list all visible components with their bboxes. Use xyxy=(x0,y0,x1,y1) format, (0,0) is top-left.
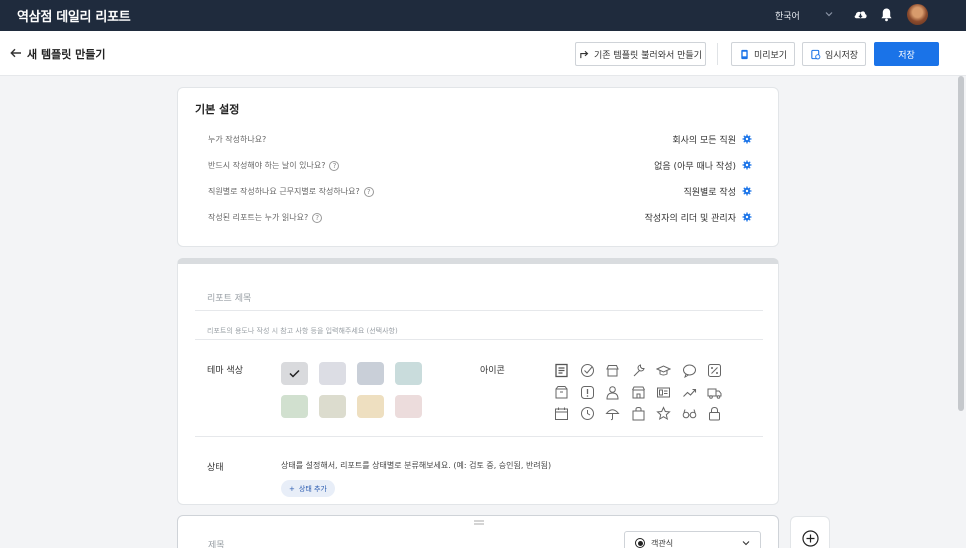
gear-icon[interactable] xyxy=(742,212,752,222)
setting-answer: 작성자의 리더 및 관리자 xyxy=(644,214,736,224)
wrench-icon[interactable] xyxy=(631,363,646,378)
glasses-icon[interactable] xyxy=(682,406,697,421)
report-description-input[interactable]: 리포트의 용도나 작성 시 참고 사항 등을 입력해주세요 (선택사항) xyxy=(207,326,398,336)
load-template-label: 기존 템플릿 불러와서 만들기 xyxy=(594,50,702,61)
calendar-icon[interactable] xyxy=(554,406,569,421)
setting-answer: 회사의 모든 직원 xyxy=(672,136,736,146)
chevron-down-icon xyxy=(742,541,750,546)
add-status-button[interactable]: + 상태 추가 xyxy=(281,480,335,497)
cloud-download-icon[interactable] xyxy=(853,7,868,22)
question-type-label: 객관식 xyxy=(651,538,674,548)
graduation-cap-icon[interactable] xyxy=(656,363,671,378)
basic-settings-card: 기본 설정 누가 작성하나요? 회사의 모든 직원 반드시 작성해야 하는 날이… xyxy=(177,87,779,247)
percent-icon[interactable] xyxy=(707,363,722,378)
language-selector[interactable]: 한국어 xyxy=(775,9,800,22)
preview-label: 미리보기 xyxy=(753,50,788,61)
theme-color-swatch[interactable] xyxy=(357,395,384,418)
preview-button[interactable]: 미리보기 xyxy=(731,42,795,66)
chat-bubble-icon[interactable] xyxy=(682,363,697,378)
setting-row-readers[interactable]: 작성된 리포트는 누가 읽나요?? 작성자의 리더 및 관리자 xyxy=(208,212,758,226)
app-bar: 역삼점 데일리 리포트 한국어 xyxy=(0,0,966,31)
draft-save-button[interactable]: 임시저장 xyxy=(802,42,866,66)
plus-icon: + xyxy=(289,484,295,493)
share-arrow-icon xyxy=(580,50,589,58)
add-status-label: 상태 추가 xyxy=(298,484,327,493)
shop-icon[interactable] xyxy=(631,385,646,400)
icon-label: 아이콘 xyxy=(480,366,505,376)
setting-row-required-days[interactable]: 반드시 작성해야 하는 날이 있나요?? 없음 (아무 때나 작성) xyxy=(208,160,758,174)
gear-icon[interactable] xyxy=(742,134,752,144)
question-title-input[interactable]: 제목 xyxy=(208,538,225,548)
page-title: 새 템플릿 만들기 xyxy=(27,48,106,61)
store-icon[interactable] xyxy=(605,363,620,378)
phone-icon xyxy=(741,49,748,59)
setting-row-write-unit[interactable]: 직원별로 작성하나요 근무지별로 작성하나요?? 직원별로 작성 xyxy=(208,186,758,200)
status-label: 상태 xyxy=(207,463,224,473)
draft-icon xyxy=(811,49,821,59)
theme-color-swatch[interactable] xyxy=(357,362,384,385)
page-header: 새 템플릿 만들기 기존 템플릿 불러와서 만들기 미리보기 임시저장 저장 xyxy=(0,31,966,76)
load-template-button[interactable]: 기존 템플릿 불러와서 만들기 xyxy=(575,42,706,66)
divider xyxy=(195,339,763,340)
bag-icon[interactable] xyxy=(631,406,646,421)
theme-color-swatch[interactable] xyxy=(395,362,422,385)
radio-icon xyxy=(635,538,645,548)
setting-row-writer[interactable]: 누가 작성하나요? 회사의 모든 직원 xyxy=(208,134,758,148)
question-type-select[interactable]: 객관식 xyxy=(624,531,761,548)
divider xyxy=(195,436,763,437)
gear-icon[interactable] xyxy=(742,186,752,196)
clock-icon[interactable] xyxy=(580,406,595,421)
setting-question: 누가 작성하나요? xyxy=(208,135,267,144)
help-icon[interactable]: ? xyxy=(329,160,340,171)
theme-color-swatch[interactable] xyxy=(395,395,422,418)
person-icon[interactable] xyxy=(605,385,620,400)
status-help-text: 상태를 설정해서, 리포트를 상태별로 분류해보세요. (예: 검토 중, 승인… xyxy=(281,461,552,470)
header-divider xyxy=(717,43,718,65)
lock-icon[interactable] xyxy=(707,406,722,421)
basic-settings-title: 기본 설정 xyxy=(195,103,240,116)
report-title-input[interactable]: 리포트 제목 xyxy=(207,291,251,304)
theme-color-swatch[interactable] xyxy=(281,362,308,385)
add-question-icon[interactable] xyxy=(802,530,819,547)
id-card-icon[interactable] xyxy=(656,385,671,400)
user-avatar[interactable] xyxy=(907,4,928,25)
divider xyxy=(195,310,763,311)
trending-up-icon[interactable] xyxy=(682,385,697,400)
theme-color-swatch[interactable] xyxy=(319,362,346,385)
save-label: 저장 xyxy=(898,50,915,61)
setting-question: 반드시 작성해야 하는 날이 있나요? xyxy=(208,161,326,170)
setting-question: 직원별로 작성하나요 근무지별로 작성하나요? xyxy=(208,187,360,196)
truck-icon[interactable] xyxy=(707,385,722,400)
check-icon xyxy=(289,369,300,378)
report-settings-card: 리포트 제목 리포트의 용도나 작성 시 참고 사항 등을 입력해주세요 (선택… xyxy=(177,258,779,505)
draft-label: 임시저장 xyxy=(824,50,859,61)
back-arrow-icon[interactable] xyxy=(9,46,23,60)
help-icon[interactable]: ? xyxy=(363,186,374,197)
umbrella-icon[interactable] xyxy=(605,406,620,421)
question-card: 제목 객관식 xyxy=(177,515,779,548)
page-scrollbar[interactable] xyxy=(958,76,964,411)
app-title: 역삼점 데일리 리포트 xyxy=(17,10,131,25)
alert-icon[interactable] xyxy=(580,385,595,400)
star-icon[interactable] xyxy=(656,406,671,421)
gear-icon[interactable] xyxy=(742,160,752,170)
theme-color-label: 테마 색상 xyxy=(207,366,243,376)
setting-question: 작성된 리포트는 누가 읽나요? xyxy=(208,213,309,222)
save-button[interactable]: 저장 xyxy=(874,42,939,66)
box-icon[interactable] xyxy=(554,385,569,400)
theme-color-swatch[interactable] xyxy=(281,395,308,418)
check-circle-icon[interactable] xyxy=(580,363,595,378)
theme-color-swatch[interactable] xyxy=(319,395,346,418)
bell-icon[interactable] xyxy=(880,7,893,22)
setting-answer: 없음 (아무 때나 작성) xyxy=(654,162,736,172)
document-icon[interactable] xyxy=(554,363,569,378)
drag-handle-icon[interactable] xyxy=(474,520,484,525)
help-icon[interactable]: ? xyxy=(312,212,323,223)
side-toolbar xyxy=(790,516,830,548)
setting-answer: 직원별로 작성 xyxy=(683,188,736,198)
chevron-down-icon[interactable] xyxy=(824,9,834,19)
